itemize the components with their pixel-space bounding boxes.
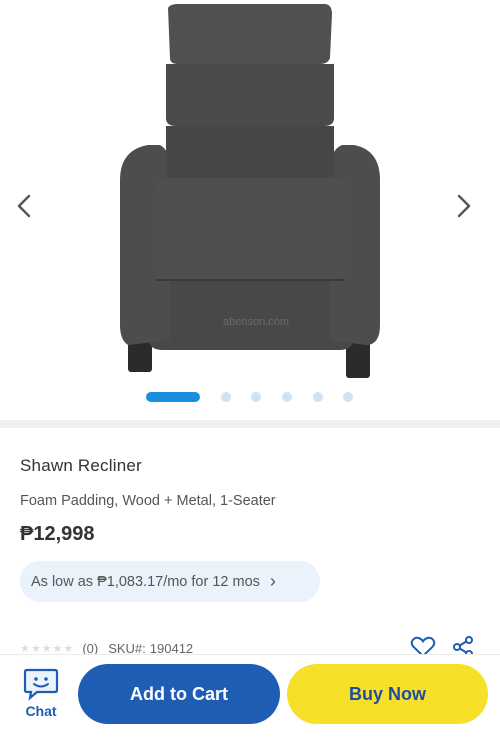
chat-label: Chat	[25, 703, 57, 719]
chat-button[interactable]: Chat	[18, 667, 64, 725]
installment-offer[interactable]: As low as ₱1,083.17/mo for 12 mos ›	[20, 561, 320, 602]
product-title: Shawn Recliner	[20, 456, 142, 475]
product-subtitle: Foam Padding, Wood + Metal, 1-Seater	[20, 493, 276, 509]
add-to-cart-button[interactable]: Add to Cart	[78, 664, 280, 724]
carousel-dot-4[interactable]	[282, 392, 292, 402]
carousel-dot-3[interactable]	[251, 392, 261, 402]
installment-text: As low as ₱1,083.17/mo for 12 mos	[31, 573, 260, 590]
chat-icon	[23, 668, 59, 701]
product-gallery[interactable]: abenson.com	[0, 0, 500, 420]
section-divider	[0, 420, 500, 428]
carousel-dot-1[interactable]	[146, 392, 200, 402]
rating-stars: ★★★★★	[20, 642, 75, 655]
chevron-right-icon	[457, 194, 471, 218]
image-watermark: abenson.com	[223, 316, 289, 328]
chevron-left-icon	[17, 194, 31, 218]
previous-image-button[interactable]	[8, 188, 40, 224]
chevron-right-icon: ›	[269, 571, 276, 591]
product-image[interactable]: abenson.com	[108, 0, 392, 390]
carousel-dot-5[interactable]	[313, 392, 323, 402]
carousel-dot-2[interactable]	[221, 392, 231, 402]
product-price: ₱12,998	[20, 523, 95, 545]
next-image-button[interactable]	[448, 188, 480, 224]
buy-now-button[interactable]: Buy Now	[287, 664, 488, 724]
carousel-dot-6[interactable]	[343, 392, 353, 402]
bottom-action-bar: Chat Add to Cart Buy Now	[0, 654, 500, 740]
carousel-indicator	[0, 390, 500, 404]
